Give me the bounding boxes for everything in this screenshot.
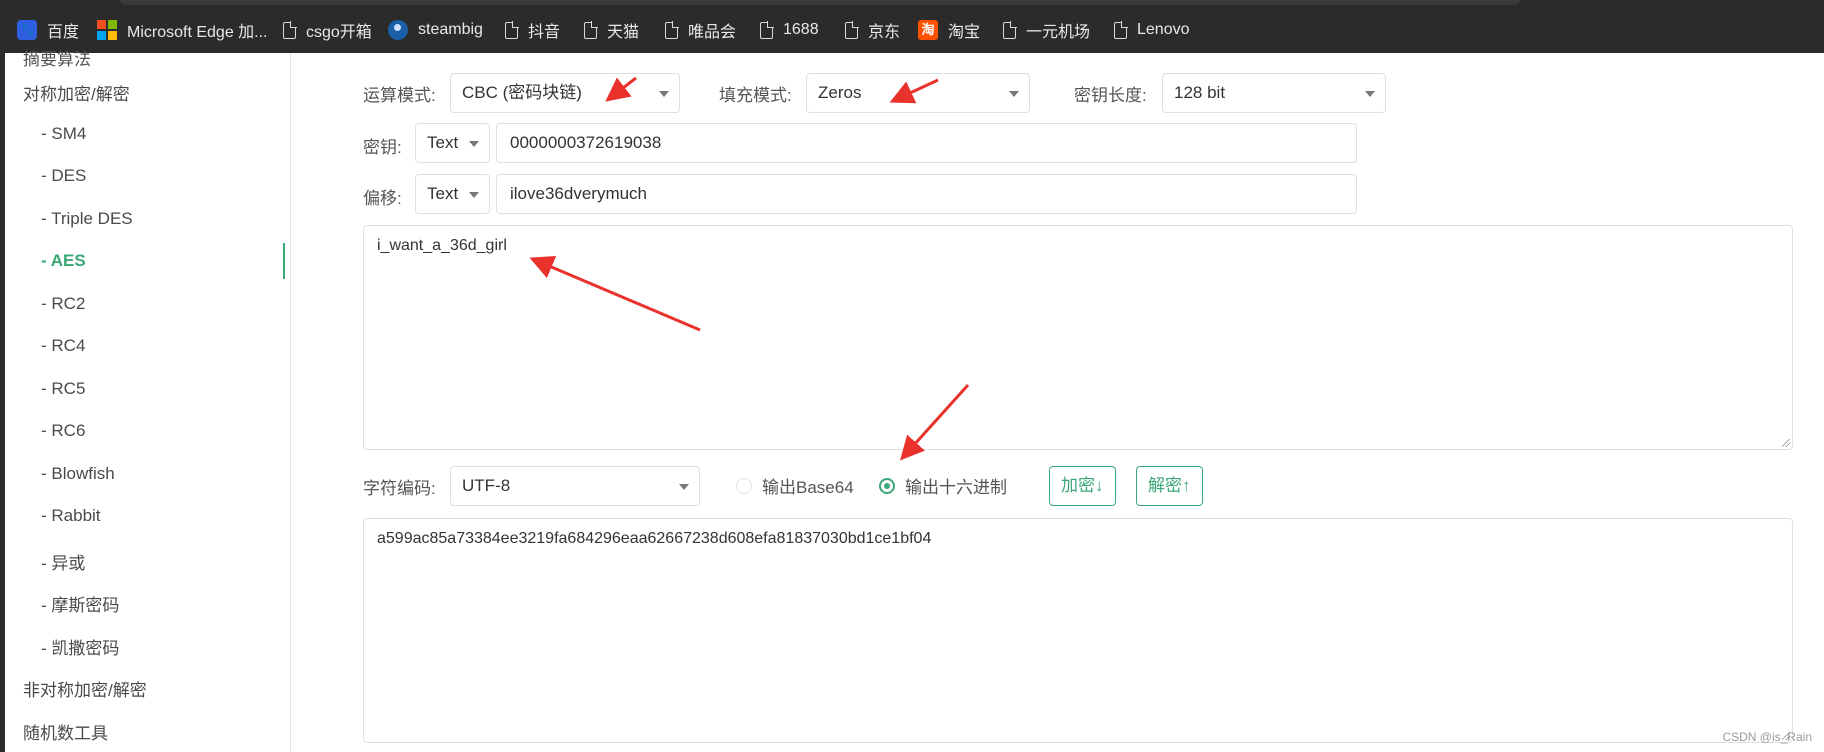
encrypt-button[interactable]: 加密↓ bbox=[1049, 466, 1116, 506]
bookmark-label: 一元机场 bbox=[1026, 24, 1091, 41]
radio-circle bbox=[879, 477, 895, 494]
page-icon bbox=[760, 20, 774, 39]
charset-value: UTF-8 bbox=[462, 476, 511, 495]
sidebar-item-caesar[interactable]: - 凯撒密码 bbox=[41, 634, 119, 659]
bookmark-label: 抖音 bbox=[528, 24, 561, 41]
sidebar-item-rc5[interactable]: - RC5 bbox=[41, 379, 85, 399]
bookmark-tmall[interactable]: 天猫 bbox=[581, 18, 639, 42]
watermark: CSDN @is_Rain bbox=[1722, 730, 1812, 744]
radio-label: 输出Base64 bbox=[762, 478, 854, 497]
page-icon bbox=[665, 20, 679, 39]
bookmark-microsoft-edge[interactable]: Microsoft Edge 加... bbox=[97, 18, 268, 42]
chevron-down-icon bbox=[469, 141, 479, 147]
resize-handle[interactable] bbox=[1782, 439, 1790, 447]
sidebar-item-blowfish[interactable]: - Blowfish bbox=[41, 464, 115, 484]
iv-type-select[interactable]: Text bbox=[415, 174, 490, 214]
sidebar-item-rabbit[interactable]: - Rabbit bbox=[41, 506, 101, 526]
chevron-down-icon bbox=[659, 91, 669, 97]
bookmark-yiyuan[interactable]: 一元机场 bbox=[1000, 18, 1090, 42]
bookmark-label: 1688 bbox=[783, 21, 819, 38]
bookmark-label: csgo开箱 bbox=[306, 24, 372, 41]
radio-output-base64[interactable]: 输出Base64 bbox=[736, 473, 854, 498]
iv-input[interactable]: ilove36dverymuch bbox=[496, 174, 1357, 214]
key-label: 密钥: bbox=[363, 138, 402, 157]
sidebar: 摘要算法 对称加密/解密 - SM4 - DES - Triple DES - … bbox=[5, 50, 291, 752]
sidebar-item-sm4[interactable]: - SM4 bbox=[41, 124, 86, 144]
iv-label: 偏移: bbox=[363, 189, 402, 208]
page-content: 摘要算法 对称加密/解密 - SM4 - DES - Triple DES - … bbox=[5, 50, 1824, 752]
decrypt-button[interactable]: 解密↑ bbox=[1136, 466, 1203, 506]
padding-select[interactable]: Zeros bbox=[806, 73, 1030, 113]
sidebar-item-digest[interactable]: 摘要算法 bbox=[23, 45, 91, 70]
bookmark-baidu[interactable]: 百度 bbox=[17, 18, 79, 42]
keylen-label: 密钥长度: bbox=[1074, 86, 1147, 105]
mode-label: 运算模式: bbox=[363, 86, 436, 105]
bookmark-taobao[interactable]: 淘 淘宝 bbox=[918, 18, 980, 42]
bookmark-steambig[interactable]: steambig bbox=[388, 18, 483, 42]
sidebar-item-rc2[interactable]: - RC2 bbox=[41, 294, 85, 314]
padding-label: 填充模式: bbox=[719, 86, 792, 105]
radio-output-hex[interactable]: 输出十六进制 bbox=[879, 473, 1007, 498]
page-icon bbox=[845, 20, 859, 39]
mode-value: CBC (密码块链) bbox=[462, 83, 582, 102]
plaintext-textarea[interactable]: i_want_a_36d_girl bbox=[363, 225, 1793, 450]
tab-strip bbox=[120, 0, 1520, 5]
bookmark-jd[interactable]: 京东 bbox=[842, 18, 900, 42]
padding-value: Zeros bbox=[818, 83, 862, 102]
plaintext-value: i_want_a_36d_girl bbox=[377, 237, 507, 254]
page-icon bbox=[283, 20, 297, 39]
charset-select[interactable]: UTF-8 bbox=[450, 466, 700, 506]
bookmark-label: 淘宝 bbox=[948, 24, 981, 41]
charset-label: 字符编码: bbox=[363, 479, 436, 498]
bookmark-label: Microsoft Edge 加... bbox=[127, 24, 268, 41]
bookmark-csgo[interactable]: csgo开箱 bbox=[280, 18, 372, 42]
page-icon bbox=[584, 20, 598, 39]
sidebar-item-rc4[interactable]: - RC4 bbox=[41, 336, 85, 356]
chevron-down-icon bbox=[679, 484, 689, 490]
sidebar-active-indicator bbox=[283, 243, 285, 279]
output-textarea[interactable]: a599ac85a73384ee3219fa684296eaa62667238d… bbox=[363, 518, 1793, 743]
sidebar-category-asymmetric[interactable]: 非对称加密/解密 bbox=[23, 676, 147, 701]
radio-circle bbox=[736, 477, 752, 494]
bookmarks-bar: 百度 Microsoft Edge 加... csgo开箱 steambig 抖… bbox=[0, 0, 1824, 53]
radio-label: 输出十六进制 bbox=[905, 478, 1007, 497]
mode-select[interactable]: CBC (密码块链) bbox=[450, 73, 680, 113]
bookmark-vip[interactable]: 唯品会 bbox=[662, 18, 736, 42]
sidebar-category-random[interactable]: 随机数工具 bbox=[23, 719, 108, 744]
key-input[interactable]: 0000000372619038 bbox=[496, 123, 1357, 163]
sidebar-item-xor[interactable]: - 异或 bbox=[41, 549, 85, 574]
bookmark-label: 京东 bbox=[868, 24, 901, 41]
output-value: a599ac85a73384ee3219fa684296eaa62667238d… bbox=[377, 530, 932, 547]
sidebar-category-symmetric[interactable]: 对称加密/解密 bbox=[23, 80, 130, 105]
bookmark-label: steambig bbox=[418, 21, 483, 38]
sidebar-item-aes[interactable]: - AES bbox=[41, 251, 86, 271]
steam-icon bbox=[388, 20, 408, 40]
keylen-value: 128 bit bbox=[1174, 83, 1226, 102]
bookmark-label: 天猫 bbox=[607, 24, 640, 41]
bookmark-label: 百度 bbox=[47, 24, 80, 41]
keylen-select[interactable]: 128 bit bbox=[1162, 73, 1386, 113]
iv-type-value: Text bbox=[427, 184, 459, 203]
sidebar-item-rc6[interactable]: - RC6 bbox=[41, 421, 85, 441]
taobao-icon: 淘 bbox=[918, 20, 938, 40]
sidebar-item-triple-des[interactable]: - Triple DES bbox=[41, 209, 133, 229]
bookmark-1688[interactable]: 1688 bbox=[757, 18, 819, 42]
bookmark-label: 唯品会 bbox=[688, 24, 737, 41]
chevron-down-icon bbox=[1009, 91, 1019, 97]
baidu-icon bbox=[17, 20, 37, 40]
sidebar-item-morse[interactable]: - 摩斯密码 bbox=[41, 591, 119, 616]
key-type-value: Text bbox=[427, 133, 459, 152]
microsoft-icon bbox=[97, 20, 117, 40]
bookmark-douyin[interactable]: 抖音 bbox=[502, 18, 560, 42]
chevron-down-icon bbox=[469, 192, 479, 198]
bookmark-label: Lenovo bbox=[1137, 21, 1190, 38]
page-icon bbox=[505, 20, 519, 39]
sidebar-item-des[interactable]: - DES bbox=[41, 166, 86, 186]
page-icon bbox=[1114, 20, 1128, 39]
page-icon bbox=[1003, 20, 1017, 39]
bookmark-lenovo[interactable]: Lenovo bbox=[1111, 18, 1190, 42]
key-type-select[interactable]: Text bbox=[415, 123, 490, 163]
chevron-down-icon bbox=[1365, 91, 1375, 97]
